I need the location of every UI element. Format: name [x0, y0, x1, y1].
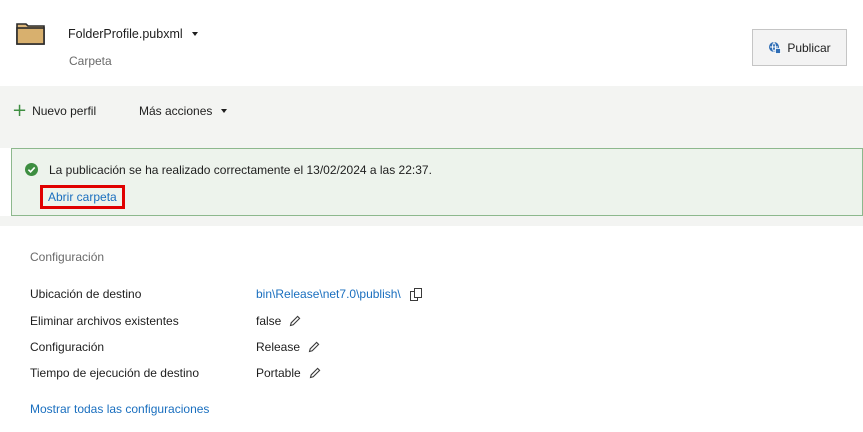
pencil-icon[interactable]	[289, 315, 301, 327]
target-location-value[interactable]: bin\Release\net7.0\publish\	[256, 287, 423, 301]
publish-button-label: Publicar	[787, 40, 831, 55]
notification-spacer-bottom	[0, 216, 863, 226]
configuration-text: Release	[256, 340, 301, 354]
target-runtime-label: Tiempo de ejecución de destino	[30, 366, 199, 380]
open-folder-link[interactable]: Abrir carpeta	[40, 185, 125, 209]
profile-name-label: FolderProfile.pubxml	[68, 27, 183, 41]
new-profile-button[interactable]: + Nuevo perfil	[12, 100, 97, 121]
chevron-down-icon	[191, 32, 198, 36]
new-profile-label: Nuevo perfil	[32, 104, 97, 118]
success-message: La publicación se ha realizado correctam…	[49, 163, 432, 177]
settings-section-title: Configuración	[30, 250, 105, 264]
target-runtime-text: Portable	[256, 366, 301, 380]
notification-spacer	[0, 139, 863, 148]
more-actions-label: Más acciones	[139, 104, 213, 118]
open-folder-label: Abrir carpeta	[48, 190, 117, 204]
check-circle-icon	[25, 163, 38, 176]
more-actions-menu[interactable]: Más acciones	[139, 104, 228, 118]
copy-icon[interactable]	[409, 287, 423, 301]
publish-button[interactable]: Publicar	[752, 29, 847, 66]
pencil-icon[interactable]	[309, 367, 321, 379]
configuration-value: Release	[256, 340, 320, 354]
delete-existing-text: false	[256, 314, 282, 328]
profile-toolbar: + Nuevo perfil Más acciones	[0, 86, 863, 139]
publish-icon	[769, 42, 782, 54]
profile-selector[interactable]: FolderProfile.pubxml	[68, 27, 198, 41]
target-runtime-value: Portable	[256, 366, 321, 380]
success-notification: La publicación se ha realizado correctam…	[11, 148, 863, 216]
pencil-icon[interactable]	[308, 341, 320, 353]
target-location-label: Ubicación de destino	[30, 287, 142, 301]
delete-existing-value: false	[256, 314, 301, 328]
configuration-label: Configuración	[30, 340, 105, 354]
profile-header: FolderProfile.pubxml Carpeta Publicar	[0, 0, 863, 86]
folder-icon	[16, 23, 45, 45]
profile-type-label: Carpeta	[69, 54, 112, 68]
plus-icon: +	[12, 100, 28, 121]
chevron-down-icon	[221, 109, 228, 113]
show-all-settings-link[interactable]: Mostrar todas las configuraciones	[30, 402, 209, 416]
delete-existing-label: Eliminar archivos existentes	[30, 314, 179, 328]
target-location-link[interactable]: bin\Release\net7.0\publish\	[256, 287, 401, 301]
